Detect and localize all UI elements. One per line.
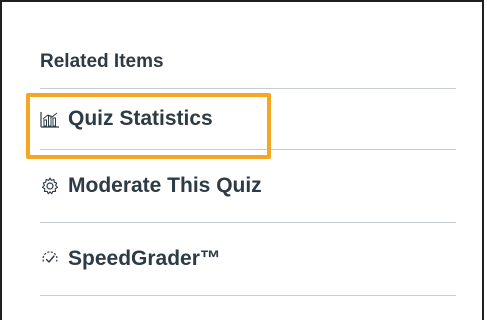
- bar-chart-icon: [40, 109, 60, 129]
- gear-icon: [40, 176, 60, 196]
- quiz-statistics-link[interactable]: Quiz Statistics: [40, 89, 456, 150]
- moderate-this-quiz-link[interactable]: Moderate This Quiz: [40, 150, 456, 223]
- related-items-heading: Related Items: [40, 50, 456, 89]
- related-items-panel: Related Items Quiz Statistics Moderate T…: [40, 50, 456, 296]
- quiz-statistics-label: Quiz Statistics: [68, 107, 213, 130]
- speedgrader-link[interactable]: SpeedGrader™: [40, 223, 456, 296]
- speedgrader-icon: [40, 249, 60, 269]
- moderate-this-quiz-label: Moderate This Quiz: [68, 174, 262, 197]
- speedgrader-label: SpeedGrader™: [68, 247, 221, 270]
